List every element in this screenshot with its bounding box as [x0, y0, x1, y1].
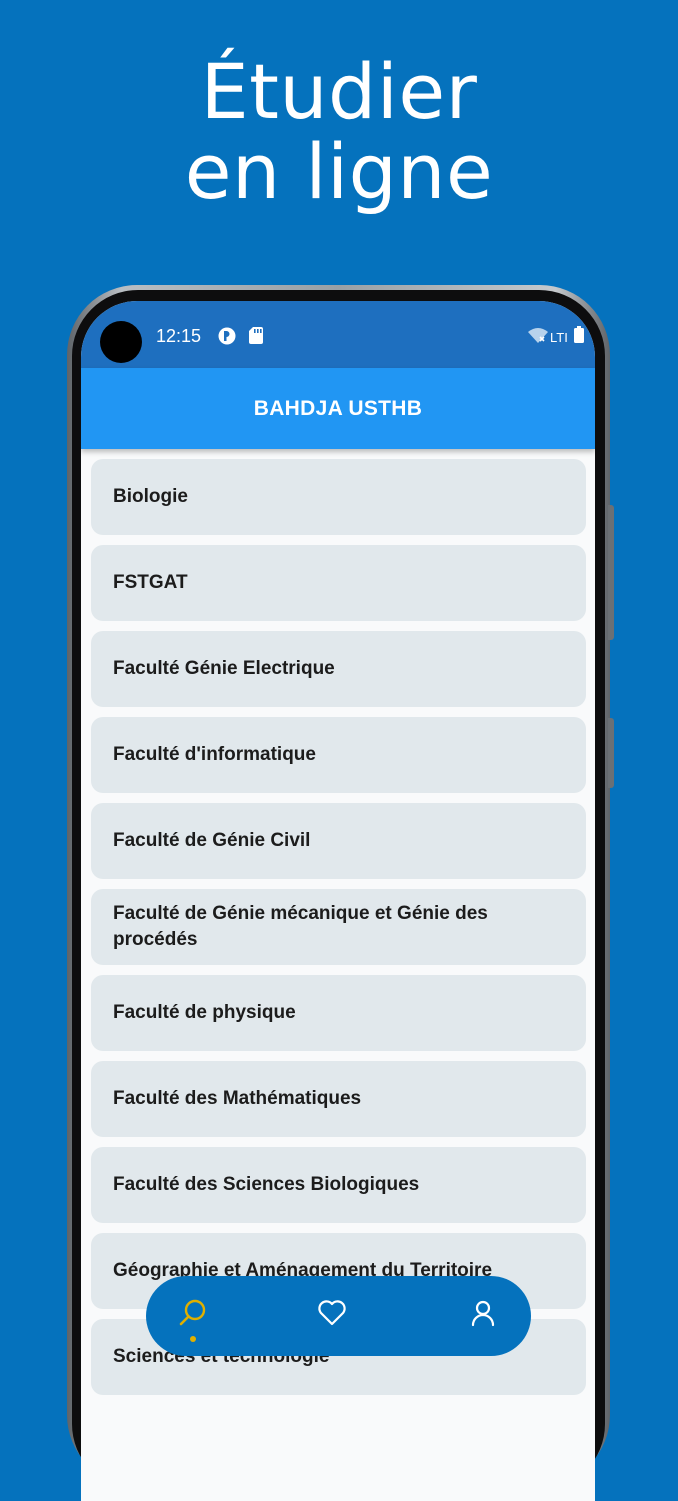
phone-power-button — [608, 718, 614, 788]
faculty-item-label: Faculté des Mathématiques — [113, 1088, 362, 1109]
phone-volume-button — [608, 505, 614, 640]
network-label: LTI — [550, 330, 568, 345]
faculty-item-mathematiques[interactable]: Faculté des Mathématiques — [91, 1061, 586, 1137]
nav-search-button[interactable] — [170, 1292, 216, 1338]
faculty-item-label: Faculté de physique — [113, 1002, 296, 1023]
promo-headline-line1: Étudier — [200, 47, 478, 136]
search-icon — [178, 1298, 208, 1332]
wifi-off-icon — [528, 327, 548, 347]
status-bar: 12:15 LTI — [81, 301, 595, 368]
status-time: 12:15 — [156, 326, 202, 346]
faculty-item-label: Faculté Génie Electrique — [113, 658, 335, 679]
sd-card-icon — [249, 327, 263, 348]
faculty-item-label: Faculté des Sciences Biologiques — [113, 1174, 420, 1195]
battery-icon — [574, 326, 584, 347]
faculty-item-label: Faculté de Génie mécanique et Génie des … — [113, 903, 488, 950]
faculty-item-genie-mecanique[interactable]: Faculté de Génie mécanique et Génie des … — [91, 889, 586, 965]
faculty-item-label: Faculté d'informatique — [113, 744, 316, 765]
notification-app-icon — [218, 327, 236, 349]
nav-favorites-button[interactable] — [309, 1292, 355, 1338]
faculty-item-informatique[interactable]: Faculté d'informatique — [91, 717, 586, 793]
app-title: BAHDJA USTHB — [253, 396, 423, 420]
faculty-item-biologie[interactable]: Biologie — [91, 459, 586, 535]
bottom-navigation — [146, 1276, 531, 1356]
faculty-list: Biologie FSTGAT Faculté Génie Electrique… — [91, 459, 586, 1405]
faculty-item-physique[interactable]: Faculté de physique — [91, 975, 586, 1051]
faculty-item-label: FSTGAT — [113, 572, 188, 593]
faculty-item-sciences-biologiques[interactable]: Faculté des Sciences Biologiques — [91, 1147, 586, 1223]
promo-headline-line2: en ligne — [184, 127, 494, 216]
faculty-item-genie-civil[interactable]: Faculté de Génie Civil — [91, 803, 586, 879]
active-nav-indicator — [190, 1336, 196, 1342]
faculty-item-label: Biologie — [113, 486, 188, 507]
heart-icon — [317, 1299, 347, 1331]
promo-headline: Étudier en ligne — [0, 52, 678, 212]
front-camera — [100, 321, 142, 363]
user-icon — [470, 1299, 496, 1331]
faculty-item-fstgat[interactable]: FSTGAT — [91, 545, 586, 621]
nav-profile-button[interactable] — [460, 1292, 506, 1338]
app-bar: BAHDJA USTHB — [81, 368, 595, 449]
faculty-item-label: Faculté de Génie Civil — [113, 830, 311, 851]
faculty-item-genie-electrique[interactable]: Faculté Génie Electrique — [91, 631, 586, 707]
